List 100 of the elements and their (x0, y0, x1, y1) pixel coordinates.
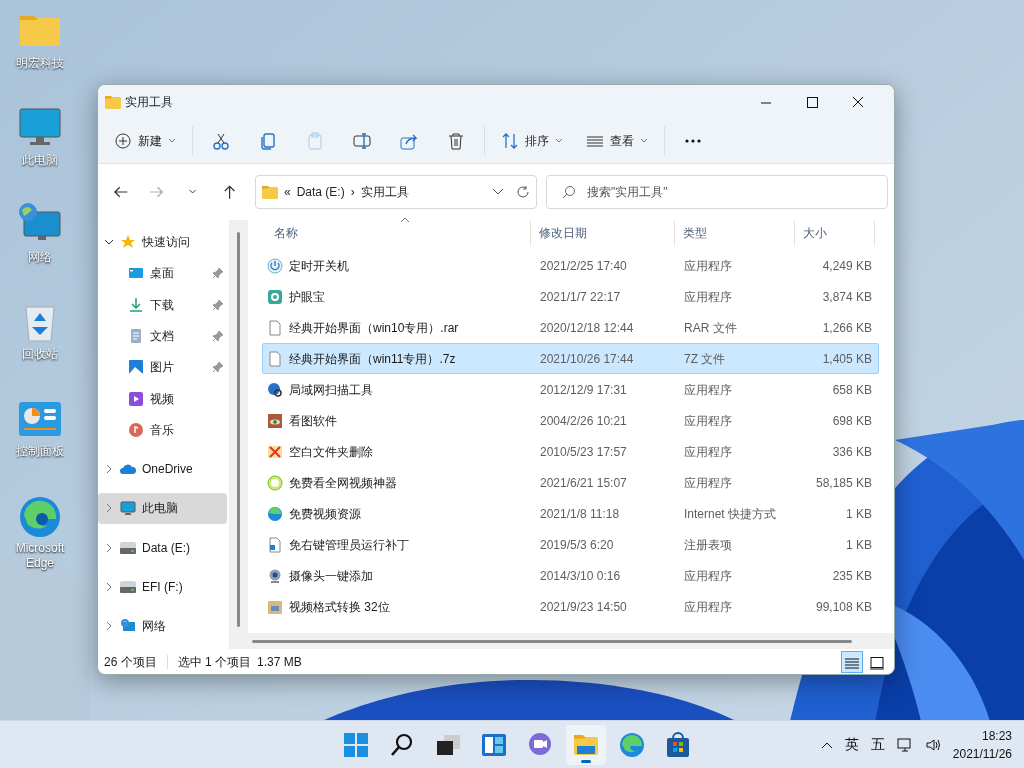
file-size: 336 KB (832, 444, 872, 459)
file-date: 2021/10/26 17:44 (540, 351, 634, 366)
window-title: 实用工具 (125, 93, 173, 111)
list-icon (844, 655, 860, 670)
sidebar-item[interactable]: 音乐 (98, 414, 228, 446)
store-icon (664, 730, 692, 759)
file-name: 经典开始界面（win10专用）.rar (289, 319, 459, 337)
file-row[interactable]: 视频格式转换 32位 2021/9/23 14:50 应用程序 99,108 KB (262, 591, 879, 623)
sort-button[interactable]: 排序 (491, 123, 573, 158)
file-row[interactable]: 护眼宝 2021/1/7 22:17 应用程序 3,874 KB (262, 281, 879, 313)
file-date: 2021/1/7 22:17 (540, 289, 621, 304)
column-header[interactable]: 名称 (260, 220, 531, 247)
file-row[interactable]: 空白文件夹删除 2010/5/23 17:57 应用程序 336 KB (262, 436, 879, 468)
file-date: 2021/2/25 17:40 (540, 258, 627, 273)
selection-count: 选中 1 个项目 (177, 653, 252, 671)
start-icon (342, 730, 370, 759)
volume-icon[interactable] (924, 736, 941, 753)
file-name: 看图软件 (289, 412, 337, 430)
caret-icon (640, 137, 648, 144)
file-row[interactable]: 经典开始界面（win11专用）.7z 2021/10/26 17:44 7Z 文件 1,405 KB (262, 343, 879, 375)
sidebar-item[interactable]: 此电脑 (98, 492, 228, 525)
file-row[interactable]: 定时开关机 2021/2/25 17:40 应用程序 4,249 KB (262, 250, 879, 282)
rename-icon[interactable] (353, 131, 371, 150)
file-type: RAR 文件 (684, 320, 737, 335)
breadcrumb-item[interactable]: « (283, 183, 291, 202)
file-row[interactable]: 免费视频资源 2021/1/8 11:18 Internet 快捷方式 1 KB (262, 498, 879, 530)
sidebar-item[interactable]: 下载 (98, 288, 228, 321)
address-bar[interactable]: « Data (E:) › 实用工具 (254, 175, 537, 210)
file-row[interactable]: 免右键管理员运行补丁 2019/5/3 6:20 注册表项 1 KB (262, 529, 879, 561)
copy-icon[interactable] (259, 131, 277, 150)
browser-icon (618, 730, 646, 759)
tile-icon (869, 655, 885, 670)
breadcrumb-item[interactable]: › (350, 183, 355, 202)
refresh-icon[interactable] (516, 185, 530, 200)
file-date: 2020/12/18 12:44 (540, 320, 634, 335)
file-row[interactable]: 看图软件 2004/2/26 10:21 应用程序 698 KB (262, 405, 879, 437)
breadcrumb-item[interactable]: 实用工具 (360, 183, 409, 202)
file-type: 应用程序 (684, 599, 732, 614)
chevron-up-icon[interactable] (820, 740, 833, 749)
language-indicator[interactable]: 英 (844, 734, 859, 755)
file-row[interactable]: 摄像头一键添加 2014/3/10 0:16 应用程序 235 KB (262, 560, 879, 592)
sidebar-item[interactable]: 视频 (98, 382, 228, 415)
sidebar-item[interactable]: 桌面 (98, 257, 228, 289)
selection-size: 1.37 MB (257, 653, 302, 671)
breadcrumb-item[interactable]: Data (E:) (296, 183, 345, 202)
file-row[interactable]: 免费看全网视频神器 2021/6/21 15:07 应用程序 58,185 KB (262, 467, 879, 499)
expand-icon[interactable] (104, 542, 114, 553)
download-icon (128, 296, 144, 313)
file-size: 99,108 KB (815, 599, 872, 614)
file-size: 1,405 KB (822, 351, 872, 366)
file-type: Internet 快捷方式 (684, 506, 777, 521)
sidebar-item[interactable]: EFI (F:) (98, 571, 228, 603)
details-view-button[interactable] (841, 650, 863, 673)
expand-icon[interactable] (104, 620, 114, 631)
cross-icon (267, 443, 283, 460)
sidebar-item[interactable]: 图片 (98, 351, 228, 383)
box-icon (267, 598, 283, 615)
file-name: 局域网扫描工具 (289, 381, 373, 399)
document-icon (128, 327, 144, 344)
column-header[interactable]: 修改日期 (531, 220, 675, 247)
ime-indicator[interactable]: 五 (870, 734, 885, 755)
scissors-icon[interactable] (212, 131, 230, 150)
file-icon (267, 319, 283, 336)
search-field[interactable]: 搜索"实用工具" (546, 175, 888, 210)
sidebar-item[interactable]: OneDrive (98, 453, 228, 485)
file-date: 2012/12/9 17:31 (540, 382, 627, 397)
video-icon (128, 390, 144, 407)
file-type: 应用程序 (684, 413, 732, 428)
expand-icon[interactable] (104, 503, 114, 514)
file-type: 注册表项 (684, 537, 732, 552)
network-icon[interactable] (896, 736, 913, 753)
sort-icon (501, 131, 519, 150)
network-icon (120, 617, 136, 634)
column-header[interactable]: 大小 (795, 220, 875, 247)
file-row[interactable]: 经典开始界面（win10专用）.rar 2020/12/18 12:44 RAR 文件 1,266 KB (262, 312, 879, 344)
power-icon (267, 257, 283, 274)
file-size: 1,266 KB (822, 320, 872, 335)
expand-icon[interactable] (104, 464, 114, 475)
clock-time: 18:23 (981, 727, 1012, 745)
file-size: 235 KB (832, 568, 872, 583)
file-row[interactable]: 局域网扫描工具 2012/12/9 17:31 应用程序 658 KB (262, 374, 879, 406)
column-header[interactable]: 类型 (675, 220, 795, 247)
scrollbar-thumb[interactable] (252, 640, 852, 643)
file-name: 免右键管理员运行补丁 (289, 536, 409, 554)
music-icon (128, 422, 144, 438)
file-type: 应用程序 (684, 289, 732, 304)
file-name: 护眼宝 (289, 288, 325, 306)
file-name: 免费看全网视频神器 (289, 474, 397, 492)
sidebar-item[interactable]: Data (E:) (98, 531, 228, 564)
sidebar-item[interactable]: 网络 (98, 610, 228, 642)
new-button[interactable]: 新建 (104, 123, 186, 158)
expand-icon[interactable] (104, 581, 114, 592)
view-button[interactable]: 查看 (576, 123, 658, 158)
file-type: 7Z 文件 (684, 351, 726, 366)
sidebar-item[interactable]: 快速访问 (98, 226, 228, 258)
scrollbar-thumb[interactable] (237, 232, 241, 628)
image-icon (128, 359, 144, 376)
trash-icon[interactable] (447, 131, 465, 150)
sidebar-item[interactable]: 文档 (98, 320, 228, 352)
search-icon (562, 185, 576, 200)
